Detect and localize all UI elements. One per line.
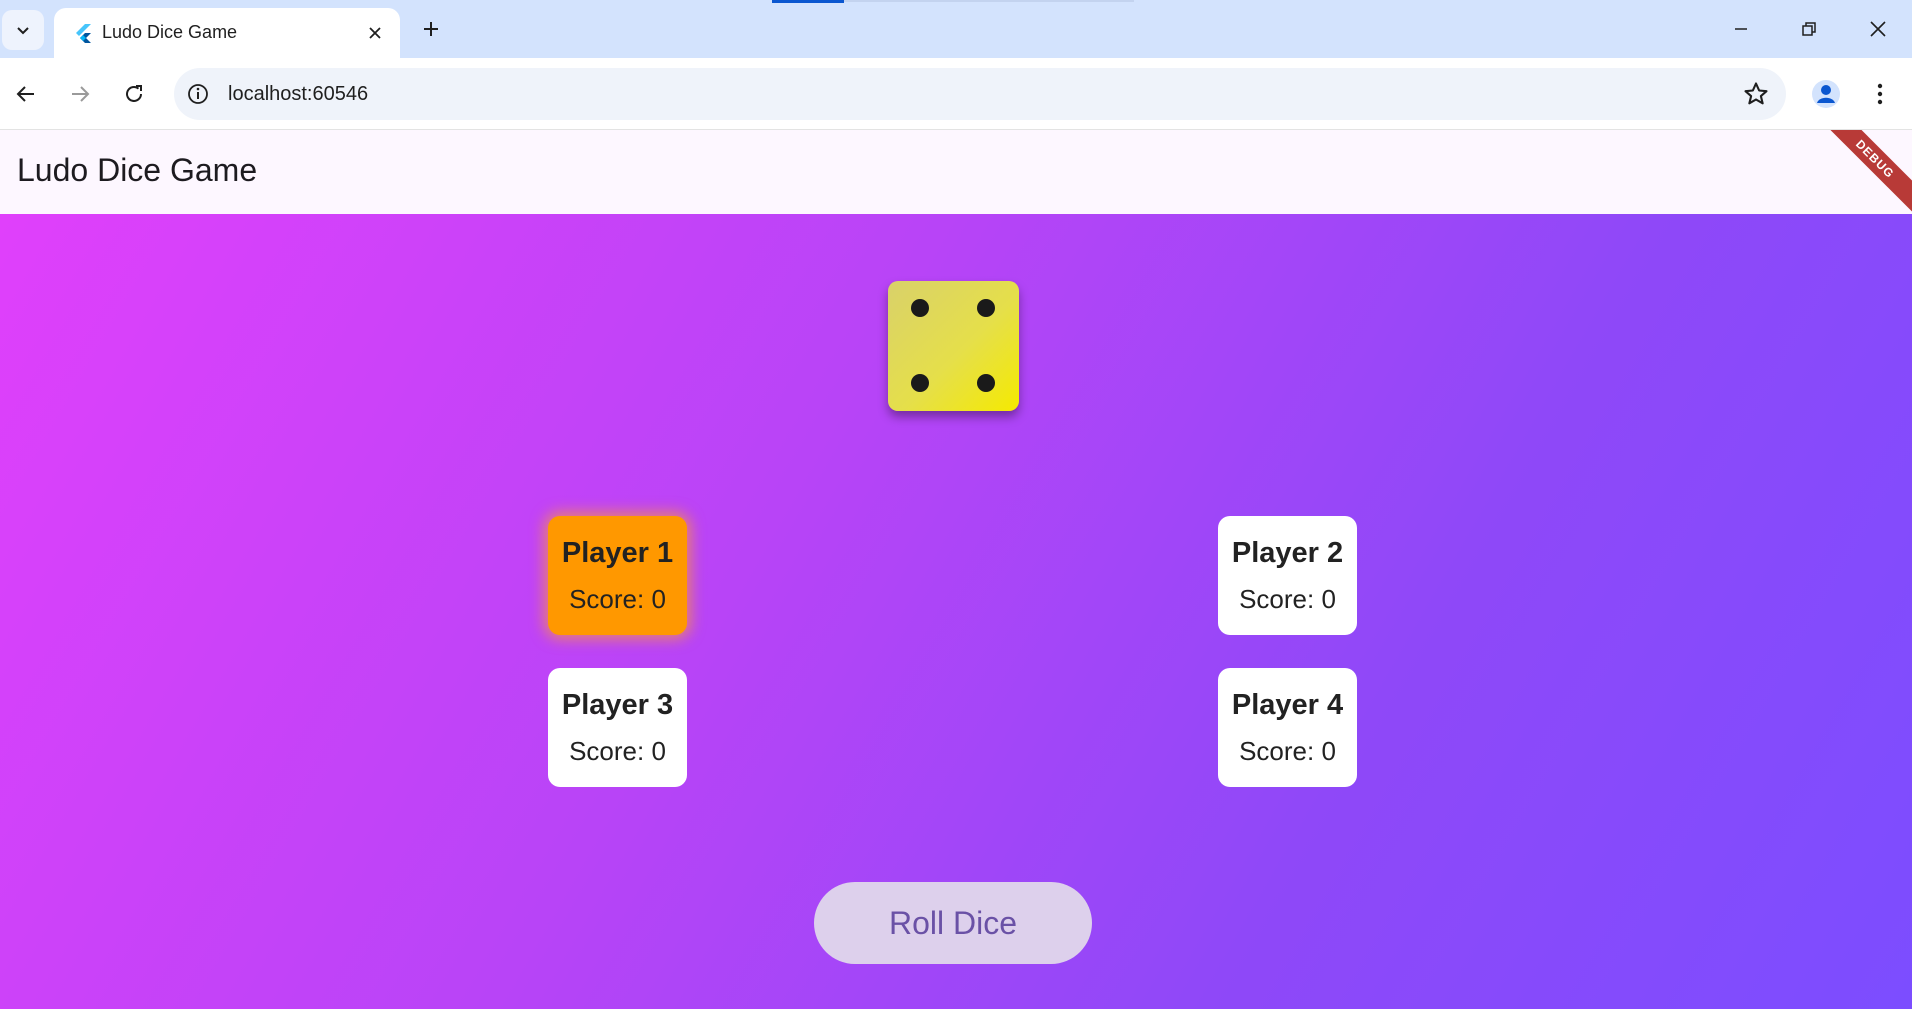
tab-search-button[interactable]	[2, 10, 44, 50]
player-card-3: Player 3 Score: 0	[548, 668, 687, 787]
browser-toolbar: localhost:60546	[0, 58, 1912, 130]
new-tab-button[interactable]	[414, 12, 448, 46]
player-card-2: Player 2 Score: 0	[1218, 516, 1357, 635]
player-name: Player 1	[561, 536, 674, 569]
forward-button[interactable]	[60, 74, 100, 114]
debug-banner: DEBUG	[1828, 130, 1912, 214]
arrow-right-icon	[72, 86, 90, 102]
tab-close-button[interactable]	[362, 20, 388, 46]
url-text[interactable]: localhost:60546	[228, 83, 368, 106]
restore-icon	[1802, 22, 1816, 36]
chevron-down-icon	[17, 27, 29, 35]
dice-pip	[911, 374, 929, 392]
arrow-left-icon	[16, 86, 34, 102]
close-icon	[1870, 21, 1886, 37]
player-score: Score: 0	[569, 735, 666, 766]
player-name: Player 2	[1231, 536, 1344, 569]
info-icon[interactable]	[186, 82, 210, 106]
tab-loading-indicator	[772, 0, 844, 3]
star-icon[interactable]	[1742, 80, 1770, 108]
player-name: Player 3	[561, 688, 674, 721]
dice[interactable]	[888, 281, 1019, 411]
app-bar: Ludo Dice Game	[0, 130, 1912, 214]
kebab-menu-icon	[1877, 83, 1883, 105]
profile-button[interactable]	[1806, 74, 1846, 114]
dice-pip	[911, 299, 929, 317]
plus-icon	[424, 22, 438, 36]
tab-title: Ludo Dice Game	[102, 22, 238, 42]
close-icon	[369, 27, 381, 39]
flutter-icon	[76, 24, 91, 43]
dice-pip	[977, 374, 995, 392]
back-button[interactable]	[6, 74, 46, 114]
debug-label: DEBUG	[1828, 130, 1912, 214]
minimize-button[interactable]	[1714, 8, 1768, 50]
player-card-4: Player 4 Score: 0	[1218, 668, 1357, 787]
tab-strip: Ludo Dice Game	[0, 0, 1912, 58]
browser-tab[interactable]: Ludo Dice Game	[54, 8, 400, 58]
player-score: Score: 0	[569, 583, 666, 614]
page-title: Ludo Dice Game	[17, 152, 258, 188]
tab-loading-track	[844, 0, 1134, 2]
address-bar[interactable]: localhost:60546	[174, 68, 1786, 120]
reload-button[interactable]	[114, 74, 154, 114]
dice-pip	[977, 299, 995, 317]
reload-icon	[126, 85, 142, 102]
browser-menu-button[interactable]	[1862, 74, 1898, 114]
player-score: Score: 0	[1239, 735, 1336, 766]
player-name: Player 4	[1231, 688, 1344, 721]
minimize-icon	[1735, 28, 1747, 30]
restore-button[interactable]	[1782, 8, 1836, 50]
player-card-1: Player 1 Score: 0	[548, 516, 687, 635]
player-score: Score: 0	[1239, 583, 1336, 614]
person-icon	[1812, 80, 1840, 108]
window-close-button[interactable]	[1851, 8, 1905, 50]
roll-dice-button[interactable]: Roll Dice	[814, 882, 1092, 964]
